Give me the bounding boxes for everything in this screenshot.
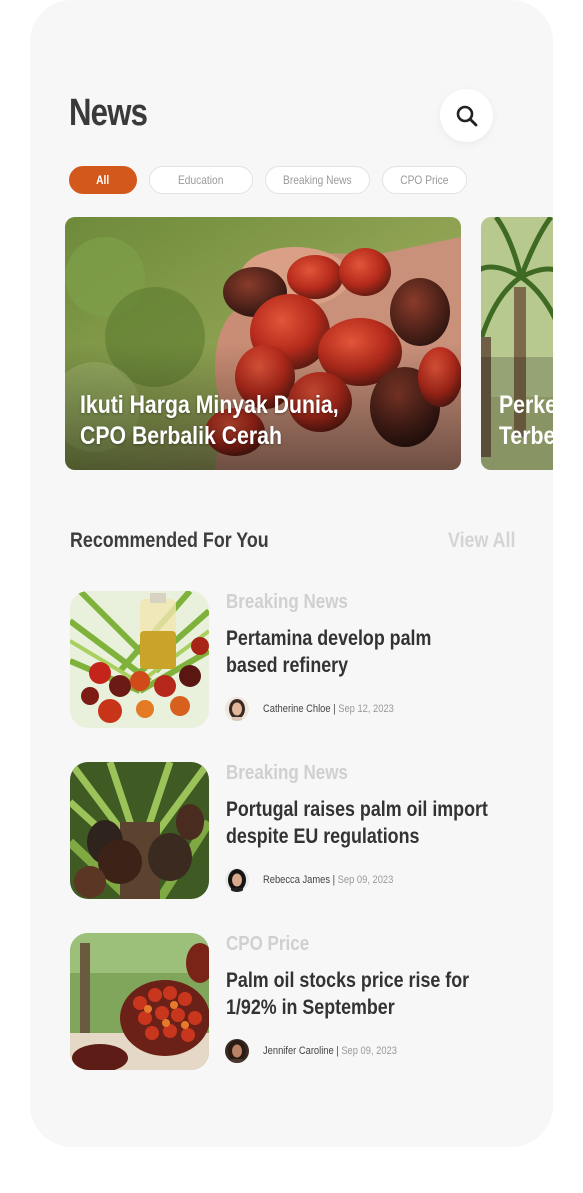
- author-line: Rebecca James | Sep 09, 2023: [263, 874, 394, 886]
- chip-breaking-news[interactable]: Breaking News: [265, 166, 370, 194]
- featured-card[interactable]: Perke Terbe: [481, 217, 553, 470]
- item-category: CPO Price: [226, 933, 310, 955]
- date: Sep 09, 2023: [337, 874, 394, 886]
- date: Sep 09, 2023: [341, 1045, 397, 1057]
- item-headline: Palm oil stocks price rise for 1/92% in …: [226, 969, 470, 1019]
- chip-education[interactable]: Education: [149, 166, 253, 194]
- avatar: [225, 1039, 249, 1063]
- author-line: Catherine Chloe | Sep 12, 2023: [263, 703, 394, 715]
- news-thumbnail: [70, 591, 209, 728]
- item-headline: Pertamina develop palm based refinery: [226, 627, 432, 677]
- chip-all[interactable]: All: [69, 166, 137, 194]
- avatar: [225, 697, 249, 721]
- item-meta: Rebecca James | Sep 09, 2023: [225, 867, 416, 893]
- chip-label: Breaking News: [283, 173, 352, 187]
- author-line: Jennifer Caroline | Sep 09, 2023: [263, 1045, 397, 1057]
- chip-label: CPO Price: [400, 173, 449, 187]
- list-item[interactable]: CPO Price Palm oil stocks price rise for…: [70, 933, 520, 1070]
- author-name: Rebecca James: [263, 874, 331, 886]
- news-thumbnail: [70, 933, 209, 1070]
- author-name: Jennifer Caroline: [263, 1045, 334, 1057]
- item-category: Breaking News: [226, 762, 348, 784]
- item-meta: Jennifer Caroline | Sep 09, 2023: [225, 1038, 421, 1064]
- view-all-link[interactable]: View All: [448, 529, 515, 553]
- avatar: [225, 868, 249, 892]
- list-item[interactable]: Breaking News Portugal raises palm oil i…: [70, 762, 520, 899]
- chip-label: Education: [178, 173, 224, 187]
- section-title: Recommended For You: [70, 529, 269, 552]
- news-thumbnail: [70, 762, 209, 899]
- app-screen: News All Education Breaking News CPO Pri…: [30, 0, 553, 1147]
- chip-label: All: [96, 173, 110, 187]
- author-name: Catherine Chloe: [263, 703, 331, 715]
- item-category: Breaking News: [226, 591, 348, 613]
- search-button[interactable]: [440, 89, 493, 142]
- list-item[interactable]: Breaking News Pertamina develop palm bas…: [70, 591, 520, 728]
- featured-card[interactable]: Ikuti Harga Minyak Dunia, CPO Berbalik C…: [65, 217, 461, 470]
- featured-card-title: Perke Terbe: [499, 391, 553, 450]
- item-headline: Portugal raises palm oil import despite …: [226, 798, 488, 848]
- chip-cpo-price[interactable]: CPO Price: [382, 166, 467, 194]
- featured-card-title: Ikuti Harga Minyak Dunia, CPO Berbalik C…: [80, 391, 339, 450]
- date: Sep 12, 2023: [338, 703, 394, 715]
- item-meta: Catherine Chloe | Sep 12, 2023: [225, 696, 417, 722]
- search-icon: [456, 105, 477, 126]
- page-title: News: [69, 92, 148, 134]
